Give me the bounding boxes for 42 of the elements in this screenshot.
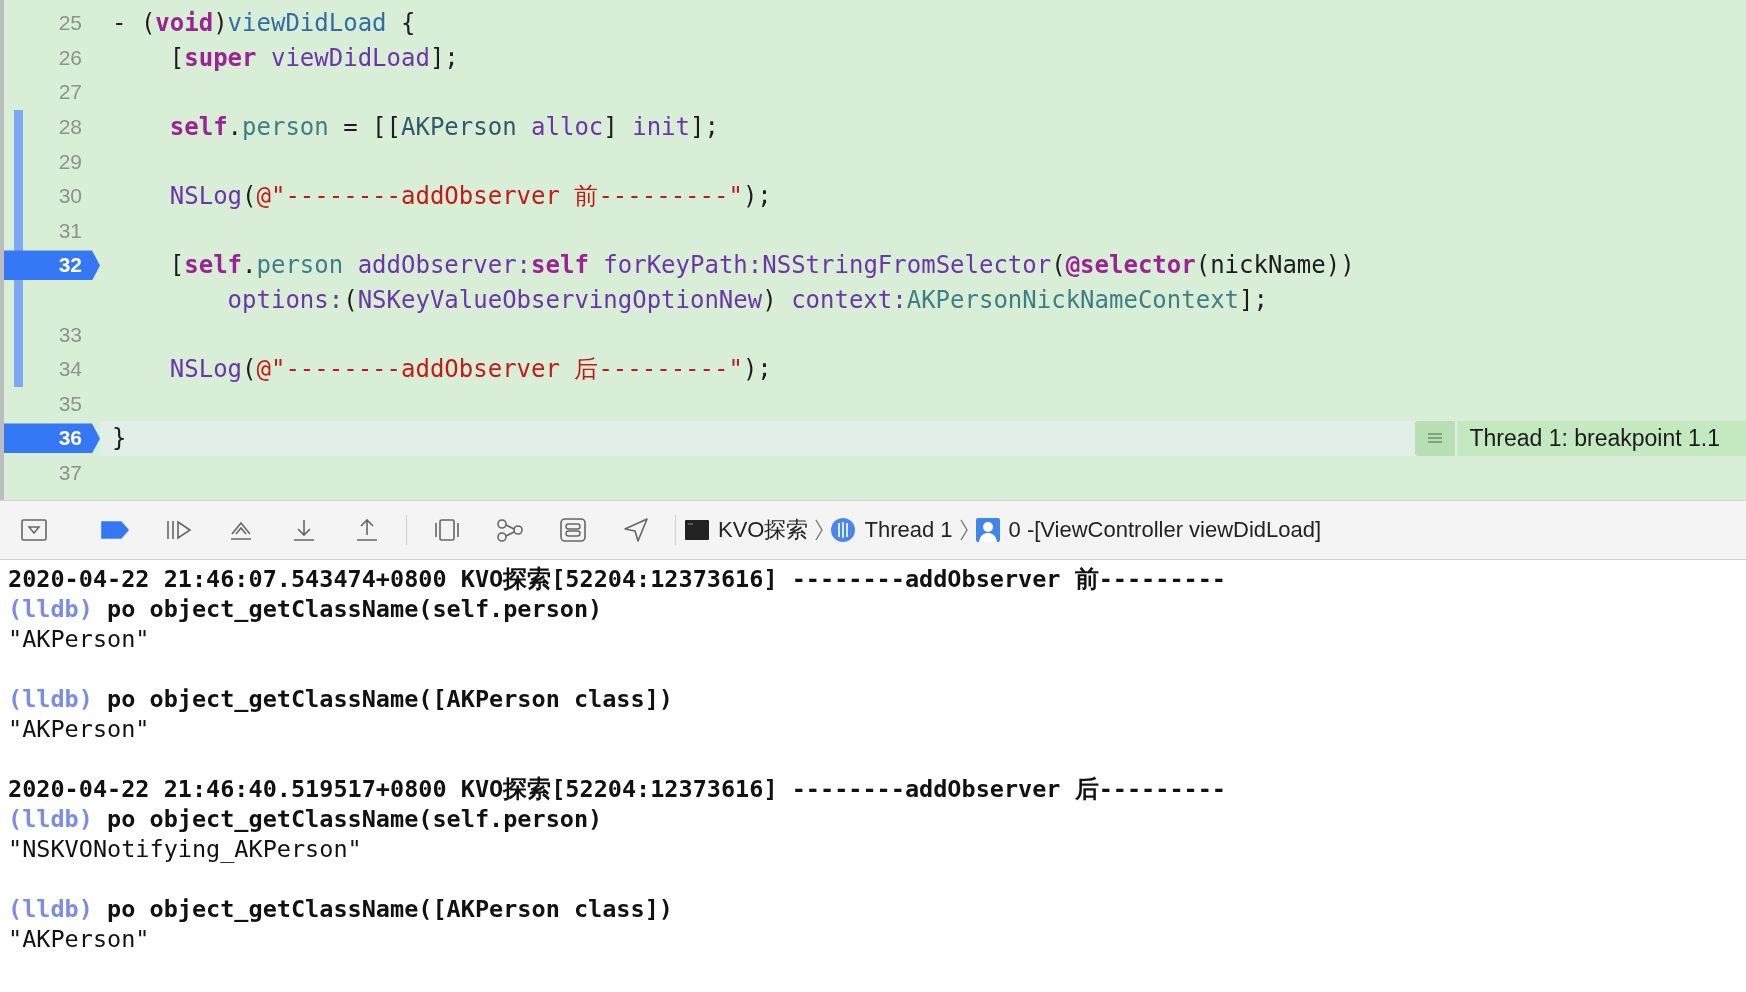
line-number: 27 [58,80,83,105]
line-number: 26 [58,45,83,70]
chevron-icon [958,518,969,542]
line-number: 34 [58,357,83,382]
code-line: } [112,424,127,453]
thread-icon [830,517,857,543]
line-number: 29 [58,149,83,174]
console-line: "NSKVONotifying_AKPerson" [8,834,363,864]
console-line: "AKPerson" [8,714,151,744]
console-line: (lldb) po object_getClassName([AKPerson class]) [8,894,674,924]
breakpoint-annotation: Thread 1: breakpoint 1.1 [1457,421,1746,456]
line-number: 30 [58,184,83,209]
breakpoint-marker[interactable]: 36 [4,423,100,454]
console-line: "AKPerson" [8,924,151,954]
line-number: 31 [58,218,83,243]
code-line: NSLog(@"--------addObserver 后---------"); [169,354,772,386]
code-line: self.person = [[AKPerson alloc] init]; [169,113,719,142]
code-line: options:(NSKeyValueObservingOptionNew) context:AKPersonNickNameContext]; [227,286,1268,315]
terminal-icon [684,519,710,541]
menu-icon[interactable] [1415,421,1456,456]
breakpoint-marker[interactable]: 32 [4,250,100,281]
breadcrumb-item[interactable]: 0 -[ViewController viewDidLoad] [974,517,1322,543]
console-line: (lldb) po object_getClassName(self.person) [8,594,604,624]
line-number: 37 [58,461,83,485]
chevron-icon [814,518,825,542]
breadcrumb-item[interactable]: Thread 1 [830,517,953,543]
person-icon [974,517,1001,543]
line-number: 25 [58,11,83,36]
breadcrumb-item[interactable]: KVO探索 [684,515,809,545]
line-number: 35 [58,391,83,416]
line-number: 28 [58,115,83,140]
console-line: 2020-04-22 21:46:07.543474+0800 KVO探索[52204:12373616] --------addObserver 前--------- [8,564,1227,594]
code-line: - (void)viewDidLoad { [112,9,416,38]
line-number: 33 [58,322,83,347]
console-line: (lldb) po object_getClassName(self.person) [8,804,604,834]
console-line: "AKPerson" [8,624,151,654]
code-line: [self.person addObserver:self forKeyPath:NSStringFromSelector(@selector(nickName)) [169,251,1355,280]
code-line: [super viewDidLoad]; [169,43,459,72]
console-line: 2020-04-22 21:46:40.519517+0800 KVO探索[52204:12373616] --------addObserver 后--------- [8,774,1227,804]
change-bar [14,282,23,318]
console-line: (lldb) po object_getClassName([AKPerson class]) [8,684,674,714]
code-line: NSLog(@"--------addObserver 前---------"); [169,181,772,213]
